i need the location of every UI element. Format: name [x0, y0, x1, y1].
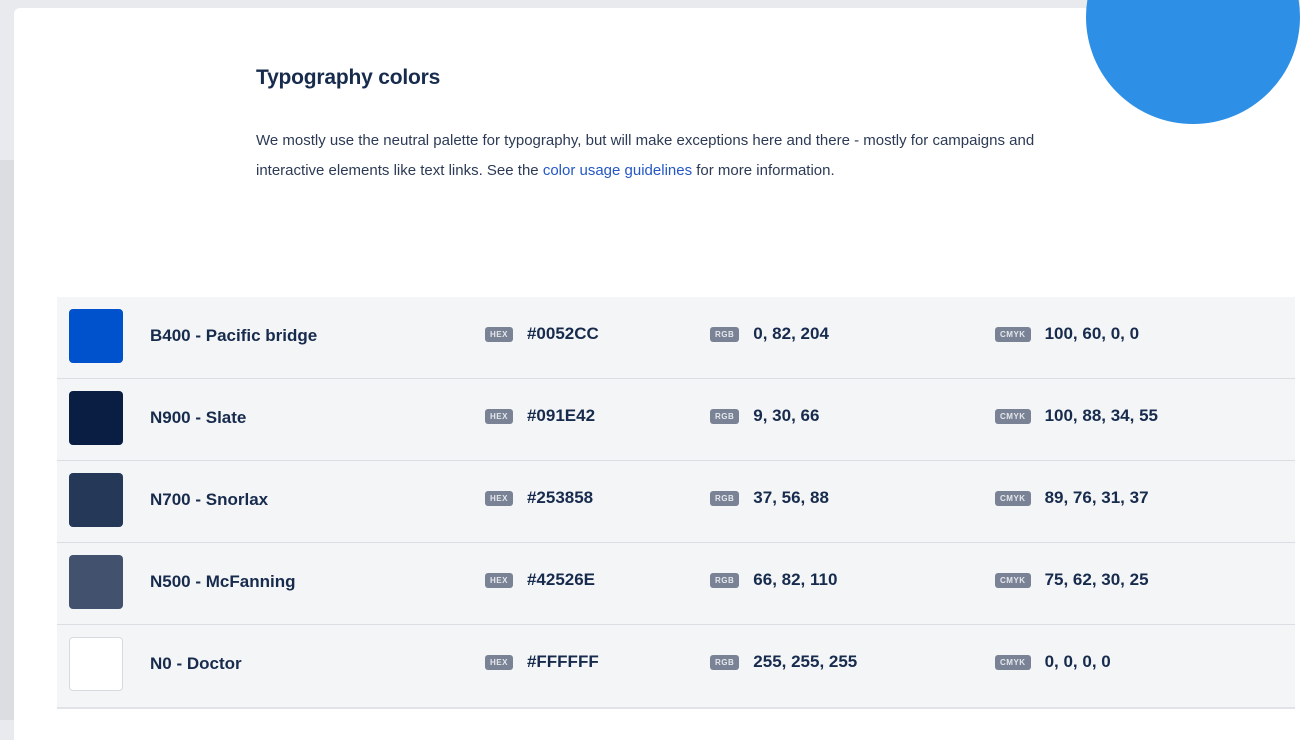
color-name: N900 - Slate — [150, 408, 247, 427]
cmyk-cell: CMYK 0, 0, 0, 0 — [995, 652, 1111, 672]
rgb-cell: RGB 66, 82, 110 — [710, 570, 837, 590]
color-row: B400 - Pacific bridge HEX #0052CC RGB 0,… — [57, 297, 1295, 379]
color-usage-guidelines-link[interactable]: color usage guidelines — [543, 162, 692, 179]
hex-value: #FFFFFF — [526, 652, 599, 671]
hex-value: #253858 — [526, 488, 594, 507]
color-swatch — [69, 637, 123, 691]
color-swatch — [69, 473, 123, 527]
hex-badge: HEX — [485, 408, 513, 424]
cmyk-cell: CMYK 75, 62, 30, 25 — [995, 570, 1149, 590]
color-name: N700 - Snorlax — [150, 490, 269, 509]
rgb-badge: RGB — [710, 654, 740, 670]
cmyk-value: 100, 88, 34, 55 — [1044, 406, 1158, 425]
color-name: N500 - McFanning — [150, 572, 296, 591]
rgb-badge: RGB — [710, 490, 740, 506]
intro-text-end: for more information. — [692, 162, 835, 179]
color-row: N500 - McFanning HEX #42526E RGB 66, 82,… — [57, 543, 1295, 625]
hex-badge: HEX — [485, 654, 513, 670]
color-row: N700 - Snorlax HEX #253858 RGB 37, 56, 8… — [57, 461, 1295, 543]
color-name: B400 - Pacific bridge — [150, 326, 318, 345]
hex-cell: HEX #FFFFFF — [485, 652, 599, 672]
cmyk-value: 100, 60, 0, 0 — [1044, 324, 1140, 343]
hex-cell: HEX #42526E — [485, 570, 595, 590]
rgb-value: 0, 82, 204 — [753, 324, 829, 343]
hex-badge: HEX — [485, 490, 513, 506]
color-table: B400 - Pacific bridge HEX #0052CC RGB 0,… — [57, 297, 1295, 709]
hex-value: #42526E — [526, 570, 596, 589]
rgb-value: 37, 56, 88 — [753, 488, 829, 507]
rgb-value: 66, 82, 110 — [753, 570, 838, 589]
rgb-value: 255, 255, 255 — [753, 652, 858, 671]
content-page: Typography colors We mostly use the neut… — [14, 8, 1300, 740]
cmyk-cell: CMYK 89, 76, 31, 37 — [995, 488, 1149, 508]
rgb-cell: RGB 37, 56, 88 — [710, 488, 829, 508]
cmyk-badge: CMYK — [995, 490, 1031, 506]
rgb-value: 9, 30, 66 — [753, 406, 820, 425]
background-panel-edge — [0, 160, 14, 720]
color-row: N900 - Slate HEX #091E42 RGB 9, 30, 66 C… — [57, 379, 1295, 461]
cmyk-badge: CMYK — [995, 572, 1031, 588]
hex-value: #0052CC — [526, 324, 599, 343]
cmyk-cell: CMYK 100, 60, 0, 0 — [995, 324, 1139, 344]
section-title: Typography colors — [256, 66, 441, 89]
cmyk-value: 89, 76, 31, 37 — [1044, 488, 1149, 507]
hex-cell: HEX #091E42 — [485, 406, 595, 426]
color-name: N0 - Doctor — [150, 654, 242, 673]
rgb-badge: RGB — [710, 326, 740, 342]
hex-cell: HEX #253858 — [485, 488, 593, 508]
rgb-badge: RGB — [710, 572, 740, 588]
color-swatch — [69, 309, 123, 363]
color-swatch — [69, 555, 123, 609]
color-swatch — [69, 391, 123, 445]
hex-badge: HEX — [485, 326, 513, 342]
cmyk-value: 75, 62, 30, 25 — [1044, 570, 1149, 589]
cmyk-cell: CMYK 100, 88, 34, 55 — [995, 406, 1158, 426]
rgb-badge: RGB — [710, 408, 740, 424]
hex-value: #091E42 — [526, 406, 596, 425]
section-intro: We mostly use the neutral palette for ty… — [256, 126, 1056, 186]
hex-cell: HEX #0052CC — [485, 324, 599, 344]
cmyk-badge: CMYK — [995, 408, 1031, 424]
rgb-cell: RGB 255, 255, 255 — [710, 652, 857, 672]
cmyk-badge: CMYK — [995, 326, 1031, 342]
cmyk-value: 0, 0, 0, 0 — [1044, 652, 1111, 671]
hex-badge: HEX — [485, 572, 513, 588]
color-row: N0 - Doctor HEX #FFFFFF RGB 255, 255, 25… — [57, 625, 1295, 707]
rgb-cell: RGB 9, 30, 66 — [710, 406, 819, 426]
rgb-cell: RGB 0, 82, 204 — [710, 324, 829, 344]
cmyk-badge: CMYK — [995, 654, 1031, 670]
